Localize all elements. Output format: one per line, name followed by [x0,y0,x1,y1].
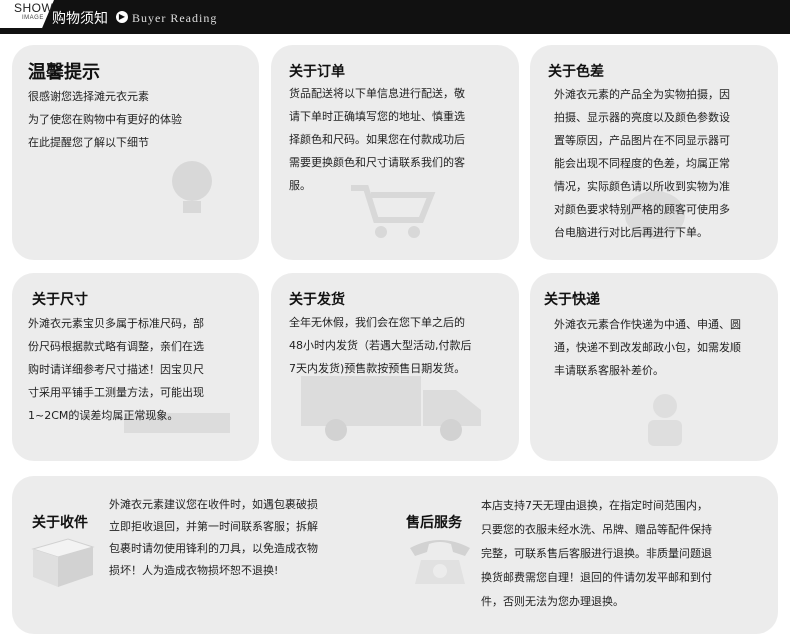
aftersale-line: 只要您的衣服未经水洗、吊牌、赠品等配件保持 [481,523,712,536]
color-title: 关于色差 [548,64,604,80]
order-card: 关于订单 货品配送将以下单信息进行配送，敬 请下单时正确填写您的地址、慎重选 择… [271,45,519,260]
shipping-line: 7天内发货)预售款按预售日期发货。 [289,362,466,375]
color-line: 置等原因，产品图片在不同显示器可 [554,134,730,147]
shipping-line: 48小时内发货（若遇大型活动,付款后 [289,339,472,352]
color-line: 拍摄、显示器的亮度以及颜色参数设 [554,111,730,124]
aftersale-title: 售后服务 [406,515,462,531]
courier-line: 丰请联系客服补差价。 [554,364,664,377]
circle-arrow-right-icon: ▶ [116,11,128,23]
size-line: 1~2CM的误差均属正常现象。 [28,409,179,422]
tips-title: 温馨提示 [28,62,100,83]
courier-line: 外滩衣元素合作快递为中通、申通、圆 [554,318,741,331]
tips-card: 温馨提示 很感谢您选择滩元衣元素 为了使您在购物中有更好的体验 在此提醒您了解以… [12,45,259,260]
order-line: 服。 [289,179,311,192]
size-line: 购时请详细参考尺寸描述！因宝贝尺 [28,363,204,376]
size-title: 关于尺寸 [32,292,88,308]
order-title: 关于订单 [289,64,345,80]
courier-card: 关于快递 外滩衣元素合作快递为中通、申通、圆 通，快递不到改发邮政小包，如需发顺… [530,273,778,461]
tips-line: 为了使您在购物中有更好的体验 [28,113,182,126]
receiving-line: 立即拒收退回，并第一时间联系客服；拆解 [109,520,318,533]
shipping-line: 全年无休假，我们会在您下单之后的 [289,316,465,329]
aftersale-line: 件，否则无法为您办理退换。 [481,595,624,608]
aftersale-line: 完整，可联系售后客服进行退换。非质量问题退 [481,547,712,560]
page-header: SHOW IMAGE 购物须知 ▶ Buyer Reading [0,0,790,34]
order-line: 货品配送将以下单信息进行配送，敬 [289,87,465,100]
page-subtitle: Buyer Reading [132,11,218,25]
size-line: 份尺码根据款式略有调整，亲们在选 [28,340,204,353]
image-badge-text: IMAGE [22,15,44,21]
size-line: 寸采用平铺手工测量方法，可能出现 [28,386,204,399]
color-line: 台电脑进行对比后再进行下单。 [554,226,708,239]
receiving-aftersale-card: 关于收件 外滩衣元素建议您在收件时，如遇包裹破损 立即拒收退回，并第一时间联系客… [12,476,778,634]
order-line: 择颜色和尺码。如果您在付款成功后 [289,133,465,146]
aftersale-line: 换货邮费需您自理！退回的件请勿发平邮和到付 [481,571,712,584]
delivery-truck-icon [301,376,481,441]
page-title: 购物须知 [52,11,108,27]
telephone-icon [410,540,470,584]
color-line: 情况，实际颜色请以所收到实物为准 [554,180,730,193]
aftersale-line: 本店支持7天无理由退换，在指定时间范围内， [481,499,708,512]
tips-line: 在此提醒您了解以下细节 [28,136,149,149]
receiving-line: 外滩衣元素建议您在收件时，如遇包裹破损 [109,498,318,511]
receiving-line: 损坏！人为造成衣物损坏恕不退换! [109,564,279,577]
courier-line: 通，快递不到改发邮政小包，如需发顺 [554,341,741,354]
color-card: 关于色差 外滩衣元素的产品全为实物拍摄，因 拍摄、显示器的亮度以及颜色参数设 置… [530,45,778,260]
color-line: 外滩衣元素的产品全为实物拍摄，因 [554,88,730,101]
size-card: 关于尺寸 外滩衣元素宝贝多属于标准尺码，部 份尺码根据款式略有调整，亲们在选 购… [12,273,259,461]
order-line: 需要更换颜色和尺寸请联系我们的客 [289,156,465,169]
courier-title: 关于快递 [544,292,600,308]
size-line: 外滩衣元素宝贝多属于标准尺码，部 [28,317,204,330]
shipping-title: 关于发货 [289,292,345,308]
courier-icon [648,394,682,446]
receiving-title: 关于收件 [32,515,88,531]
order-line: 请下单时正确填写您的地址、慎重选 [289,110,465,123]
show-badge-text: SHOW [14,1,54,15]
receiving-line: 包裹时请勿使用锋利的刀具，以免造成衣物 [109,542,318,555]
lightbulb-icon [172,161,212,213]
color-line: 对颜色要求特别严格的顾客可使用多 [554,203,730,216]
color-line: 能会出现不同程度的色差，均属正常 [554,157,730,170]
tips-line: 很感谢您选择滩元衣元素 [28,90,149,103]
package-box-icon [31,538,95,587]
shipping-card: 关于发货 全年无休假，我们会在您下单之后的 48小时内发货（若遇大型活动,付款后… [271,273,519,461]
